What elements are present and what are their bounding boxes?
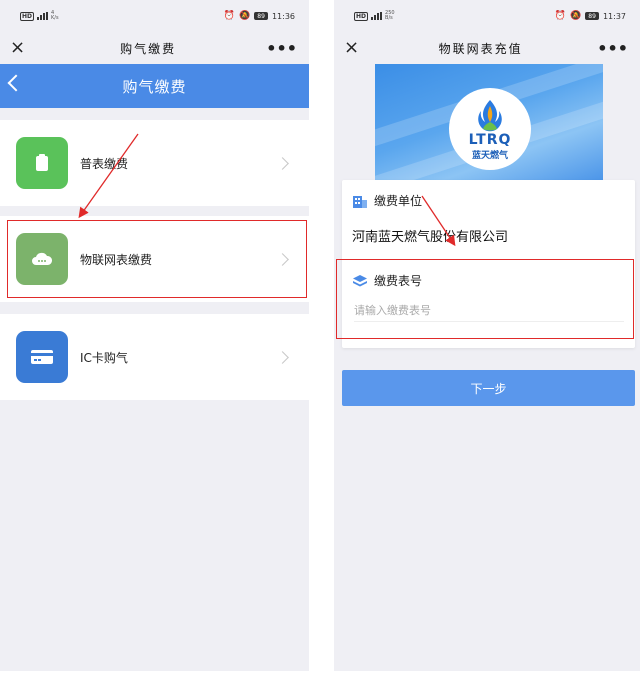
- chevron-right-icon: [276, 350, 289, 364]
- battery-icon: 89: [585, 12, 599, 20]
- unit-field-header: 缴费单位: [352, 192, 422, 209]
- signal-icon: [37, 12, 49, 20]
- status-bar: HD 4 K/s ⏰ 🔕 89 11:36: [0, 0, 309, 32]
- logo-text: LTRQ: [468, 131, 512, 148]
- left-phone-screen: HD 4 K/s ⏰ 🔕 89 11:36 × 购气缴费 ••• 购气缴费 普表…: [0, 0, 309, 671]
- battery-icon: 89: [254, 12, 268, 20]
- company-name: 河南蓝天燃气股份有限公司: [352, 230, 509, 245]
- meter-number-input[interactable]: [354, 300, 624, 322]
- alarm-icon: ⏰: [223, 11, 236, 21]
- company-logo: LTRQ 蓝天燃气: [449, 88, 531, 170]
- iot-meter-icon: [16, 233, 68, 285]
- mute-icon: 🔕: [570, 11, 582, 21]
- flame-logo-icon: [478, 99, 502, 131]
- menu-item-label: IC卡购气: [80, 350, 128, 365]
- right-phone-screen: HD 250 B/s ⏰ 🔕 89 11:37 × 物联网表充值 ••• LTR…: [334, 0, 640, 671]
- status-bar: HD 250 B/s ⏰ 🔕 89 11:37: [334, 0, 640, 32]
- signal-icon: [371, 12, 383, 20]
- card-icon: [31, 350, 53, 364]
- clipboard-icon: [36, 154, 48, 171]
- close-icon[interactable]: ×: [344, 39, 364, 57]
- menu-item-label: 物联网表缴费: [80, 252, 153, 267]
- cloud-icon: [32, 252, 53, 265]
- titlebar-title: 物联网表充值: [438, 41, 523, 56]
- meter-field-header: 缴费表号: [352, 272, 422, 289]
- menu-item-regular-meter[interactable]: 普表缴费: [0, 120, 309, 206]
- meter-label: 缴费表号: [374, 274, 423, 288]
- net-speed: 250 B/s: [385, 10, 395, 21]
- net-speed: 4 K/s: [51, 10, 59, 21]
- page-title: 购气缴费: [122, 77, 187, 96]
- menu-item-iot-meter[interactable]: 物联网表缴费: [0, 216, 309, 302]
- mini-app-titlebar: × 购气缴费 •••: [0, 32, 309, 64]
- menu-item-ic-card[interactable]: IC卡购气: [0, 314, 309, 400]
- titlebar-title: 购气缴费: [120, 41, 177, 56]
- status-time: 11:36: [271, 11, 295, 21]
- menu-item-label: 普表缴费: [80, 156, 129, 171]
- next-step-button[interactable]: 下一步: [342, 370, 635, 406]
- chevron-right-icon: [276, 156, 289, 170]
- chevron-right-icon: [276, 252, 289, 266]
- status-time: 11:37: [602, 11, 626, 21]
- payment-form-card: 缴费单位 河南蓝天燃气股份有限公司 缴费表号: [342, 180, 635, 348]
- building-icon: [353, 195, 367, 208]
- logo-subtext: 蓝天燃气: [471, 150, 508, 161]
- company-banner: LTRQ 蓝天燃气: [375, 64, 603, 182]
- mute-icon: 🔕: [239, 11, 251, 21]
- regular-meter-icon: [16, 137, 68, 189]
- alarm-icon: ⏰: [554, 11, 567, 21]
- unit-label: 缴费单位: [374, 194, 423, 208]
- hd-icon: HD: [354, 11, 369, 21]
- layers-icon: [353, 274, 367, 286]
- close-icon[interactable]: ×: [10, 39, 30, 57]
- more-options-icon[interactable]: •••: [266, 39, 297, 58]
- page-header: 购气缴费: [0, 64, 309, 108]
- hd-icon: HD: [20, 11, 35, 21]
- more-options-icon[interactable]: •••: [597, 39, 628, 58]
- ic-card-icon: [16, 331, 68, 383]
- mini-app-titlebar: × 物联网表充值 •••: [334, 32, 640, 64]
